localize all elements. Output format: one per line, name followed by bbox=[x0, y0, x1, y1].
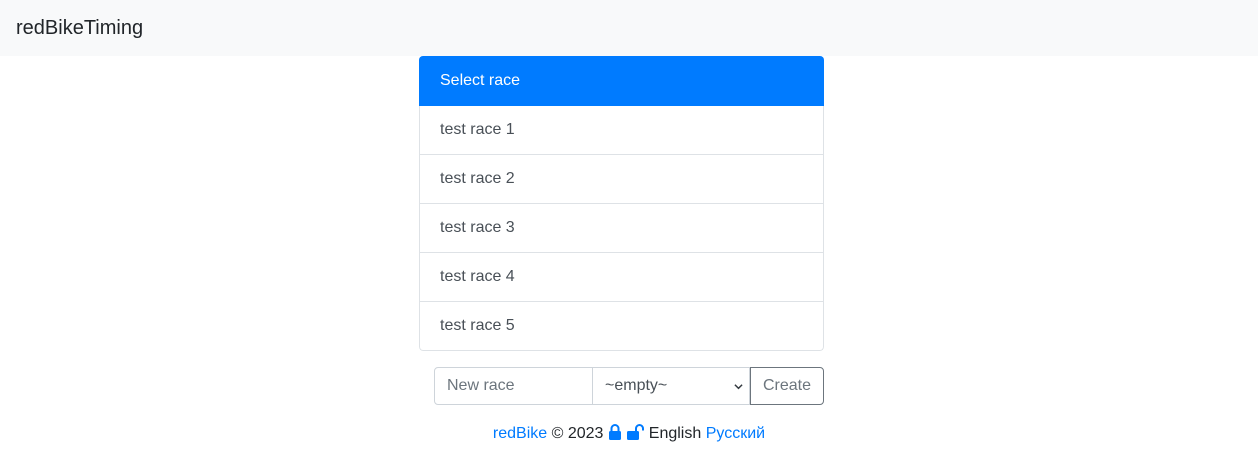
lock-icon[interactable] bbox=[608, 424, 622, 440]
race-list-item[interactable]: test race 4 bbox=[419, 253, 824, 302]
footer: redBike © 2023 English Русский bbox=[0, 423, 1258, 445]
create-race-form: ~empty~ Create bbox=[434, 367, 824, 405]
navbar: redBikeTiming bbox=[0, 0, 1258, 56]
create-button[interactable]: Create bbox=[750, 367, 824, 405]
language-link-russian[interactable]: Русский bbox=[706, 425, 765, 442]
race-list-item[interactable]: test race 5 bbox=[419, 302, 824, 351]
race-type-select[interactable]: ~empty~ bbox=[592, 367, 750, 405]
new-race-input[interactable] bbox=[434, 367, 593, 405]
navbar-brand[interactable]: redBikeTiming bbox=[16, 15, 143, 41]
race-list-item[interactable]: test race 1 bbox=[419, 106, 824, 155]
race-list-item[interactable]: test race 2 bbox=[419, 155, 824, 204]
race-list-item[interactable]: test race 3 bbox=[419, 204, 824, 253]
race-type-select-value: ~empty~ bbox=[605, 377, 668, 394]
copyright-text: © 2023 bbox=[551, 425, 604, 442]
race-list: Select race test race 1 test race 2 test… bbox=[419, 56, 824, 351]
chevron-down-icon bbox=[734, 384, 743, 390]
race-list-header: Select race bbox=[419, 56, 824, 106]
footer-brand-link[interactable]: redBike bbox=[493, 425, 547, 442]
language-current: English bbox=[648, 425, 702, 442]
unlock-icon[interactable] bbox=[626, 424, 645, 440]
